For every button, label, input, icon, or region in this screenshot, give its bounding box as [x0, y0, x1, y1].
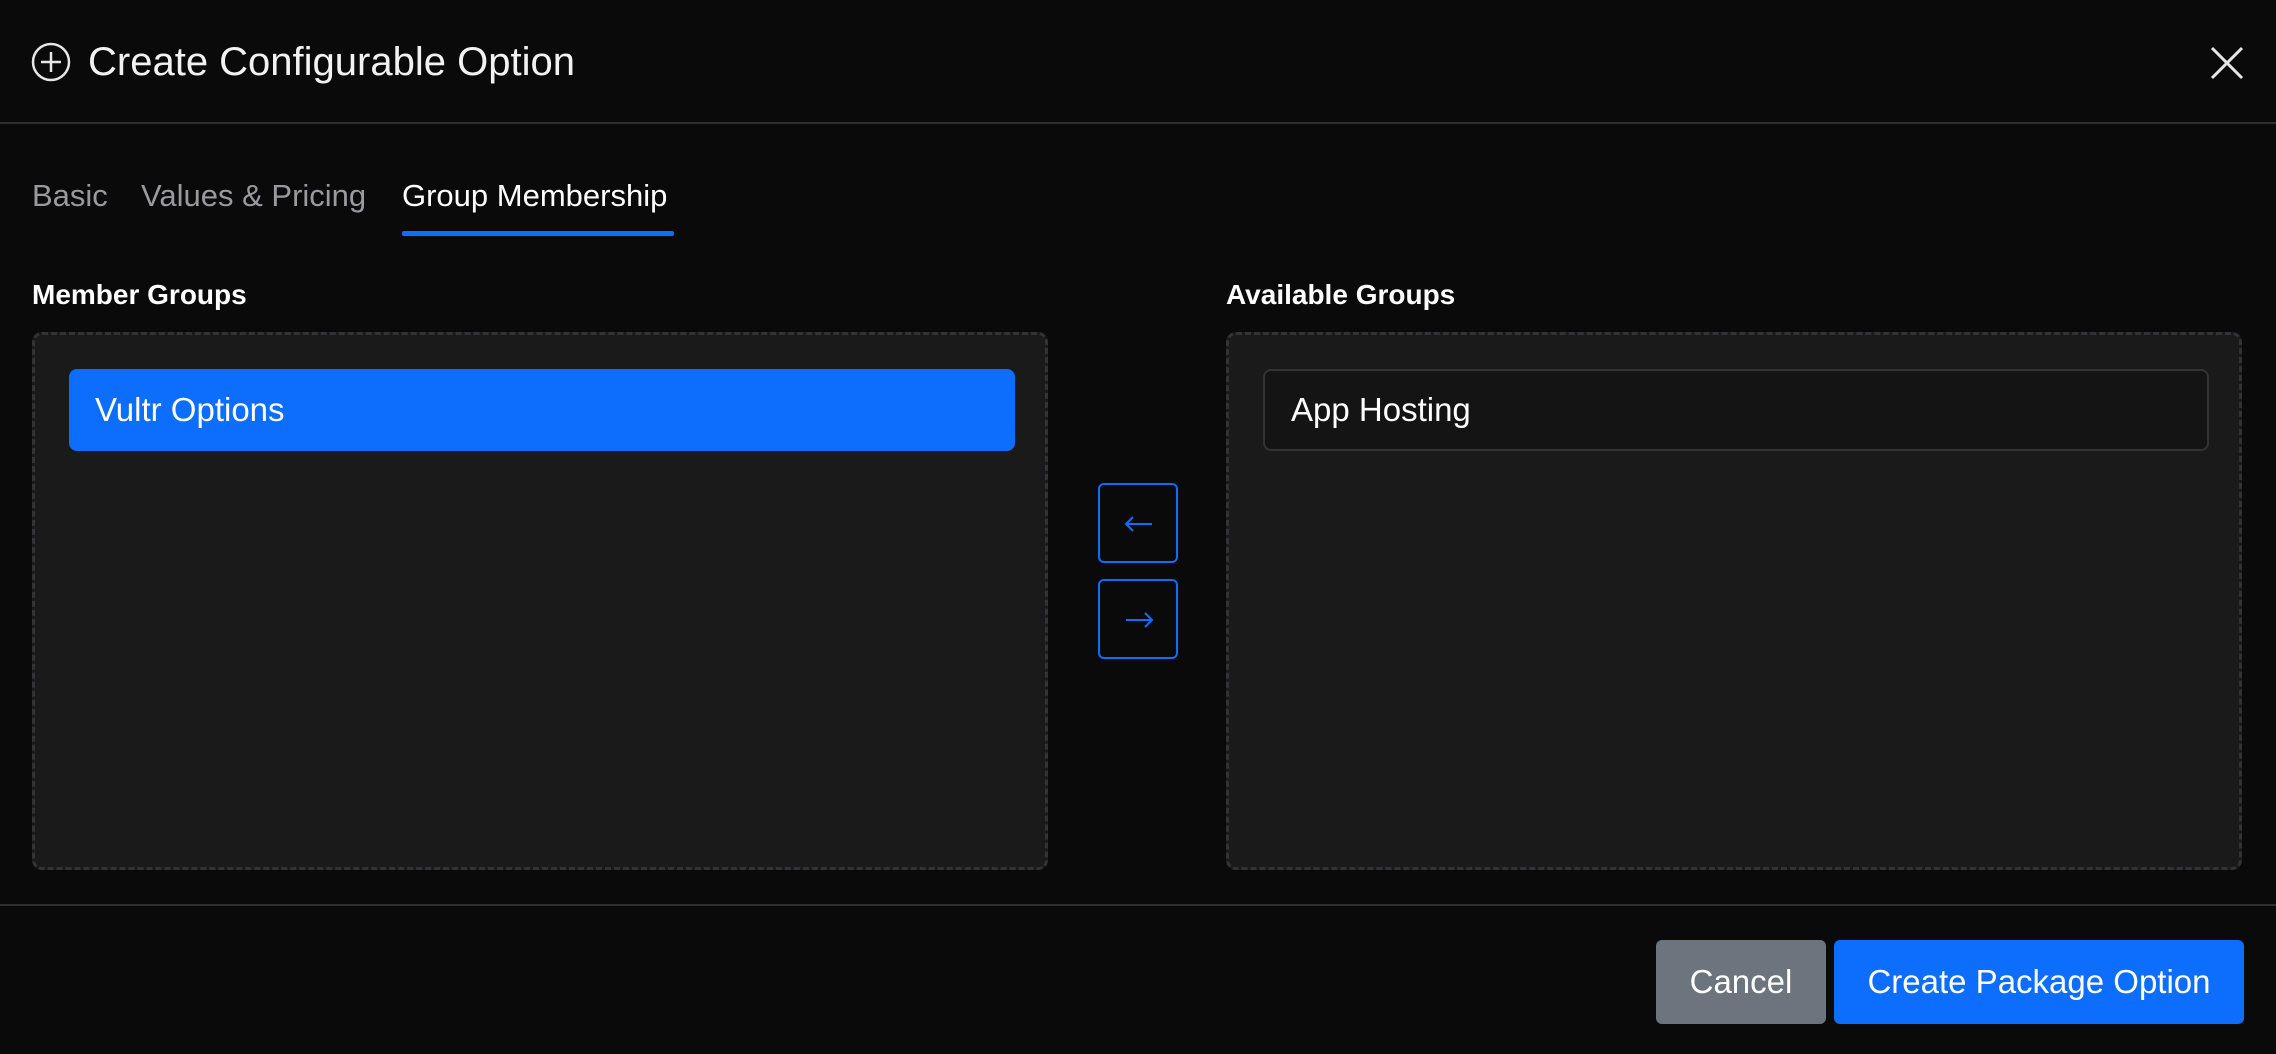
list-item-app-hosting[interactable]: App Hosting: [1263, 369, 2209, 451]
tab-basic[interactable]: Basic: [32, 174, 108, 218]
available-groups-list: App Hosting: [1226, 332, 2242, 870]
member-groups-list: Vultr Options: [32, 332, 1048, 870]
tab-values-pricing[interactable]: Values & Pricing: [141, 174, 366, 218]
plus-circle-icon: [31, 42, 71, 82]
modal-header: Create Configurable Option: [0, 0, 2276, 124]
create-package-option-button[interactable]: Create Package Option: [1834, 940, 2244, 1024]
member-groups-label: Member Groups: [32, 279, 247, 310]
modal-footer: Cancel Create Package Option: [0, 904, 2276, 1054]
active-tab-indicator: [402, 231, 674, 236]
tab-group-membership[interactable]: Group Membership: [402, 174, 667, 218]
modal-title: Create Configurable Option: [88, 40, 575, 84]
move-left-button[interactable]: [1098, 483, 1178, 563]
move-right-button[interactable]: [1098, 579, 1178, 659]
tab-bar: Basic Values & Pricing Group Membership: [32, 174, 2244, 238]
available-groups-label: Available Groups: [1226, 279, 1456, 310]
arrow-right-icon: [1126, 612, 1154, 628]
close-icon[interactable]: [2208, 44, 2246, 82]
cancel-button[interactable]: Cancel: [1656, 940, 1826, 1024]
list-item-vultr-options[interactable]: Vultr Options: [69, 369, 1015, 451]
arrow-left-icon: [1124, 516, 1152, 532]
